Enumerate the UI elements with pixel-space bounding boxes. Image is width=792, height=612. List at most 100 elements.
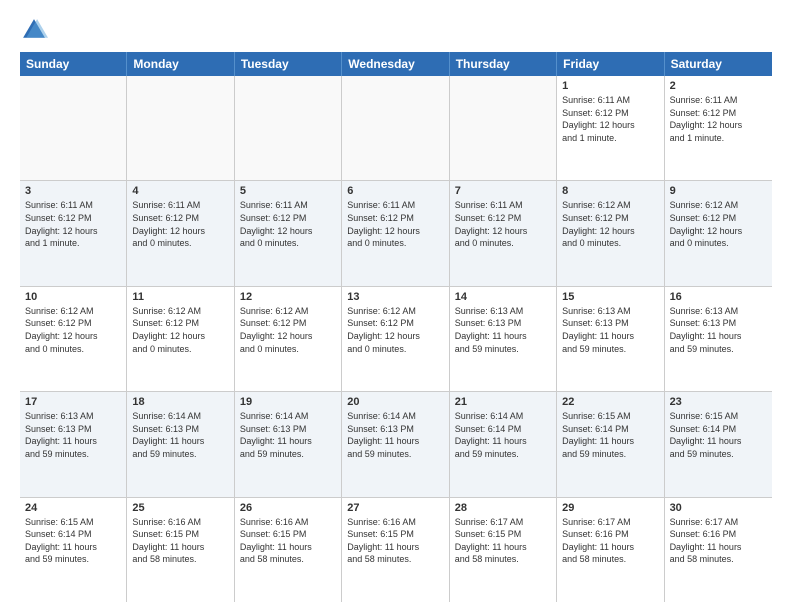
day-cell-23: 23 Sunrise: 6:15 AM Sunset: 6:14 PM Dayli… — [665, 392, 772, 496]
day-cell-12: 12Sunrise: 6:12 AM Sunset: 6:12 PM Dayli… — [235, 287, 342, 391]
day-info: Sunrise: 6:16 AM Sunset: 6:15 PM Dayligh… — [240, 516, 336, 566]
day-cell-6: 6 Sunrise: 6:11 AM Sunset: 6:12 PM Daylig… — [342, 181, 449, 285]
day-cell-29: 29 Sunrise: 6:17 AM Sunset: 6:16 PM Dayli… — [557, 498, 664, 602]
day-number: 30 — [670, 502, 767, 514]
empty-cell — [20, 76, 127, 180]
day-cell-1: 1 Sunrise: 6:11 AM Sunset: 6:12 PM Daylig… — [557, 76, 664, 180]
day-number: 14 — [455, 291, 551, 303]
day-info: Sunrise: 6:16 AM Sunset: 6:15 PM Dayligh… — [132, 516, 228, 566]
day-number: 28 — [455, 502, 551, 514]
day-info: Sunrise: 6:11 AM Sunset: 6:12 PM Dayligh… — [670, 94, 767, 144]
day-info: Sunrise: 6:12 AM Sunset: 6:12 PM Dayligh… — [670, 199, 767, 249]
day-info: Sunrise: 6:11 AM Sunset: 6:12 PM Dayligh… — [347, 199, 443, 249]
day-info: Sunrise: 6:17 AM Sunset: 6:16 PM Dayligh… — [670, 516, 767, 566]
day-cell-22: 22Sunrise: 6:15 AM Sunset: 6:14 PM Dayli… — [557, 392, 664, 496]
day-cell-20: 20Sunrise: 6:14 AM Sunset: 6:13 PM Dayli… — [342, 392, 449, 496]
weekday-header-monday: Monday — [127, 52, 234, 76]
calendar-row-0: 1 Sunrise: 6:11 AM Sunset: 6:12 PM Daylig… — [20, 76, 772, 181]
day-number: 20 — [347, 396, 443, 408]
day-number: 8 — [562, 185, 658, 197]
day-info: Sunrise: 6:12 AM Sunset: 6:12 PM Dayligh… — [132, 305, 228, 355]
page: SundayMondayTuesdayWednesdayThursdayFrid… — [0, 0, 792, 612]
day-cell-10: 10 Sunrise: 6:12 AM Sunset: 6:12 PM Dayli… — [20, 287, 127, 391]
day-cell-15: 15 Sunrise: 6:13 AM Sunset: 6:13 PM Dayli… — [557, 287, 664, 391]
day-info: Sunrise: 6:12 AM Sunset: 6:12 PM Dayligh… — [562, 199, 658, 249]
weekday-header-wednesday: Wednesday — [342, 52, 449, 76]
day-number: 2 — [670, 80, 767, 92]
empty-cell — [127, 76, 234, 180]
day-info: Sunrise: 6:11 AM Sunset: 6:12 PM Dayligh… — [132, 199, 228, 249]
calendar-row-2: 10 Sunrise: 6:12 AM Sunset: 6:12 PM Dayli… — [20, 287, 772, 392]
day-number: 3 — [25, 185, 121, 197]
day-cell-5: 5 Sunrise: 6:11 AM Sunset: 6:12 PM Daylig… — [235, 181, 342, 285]
day-number: 12 — [240, 291, 336, 303]
day-number: 29 — [562, 502, 658, 514]
day-cell-11: 11 Sunrise: 6:12 AM Sunset: 6:12 PM Dayli… — [127, 287, 234, 391]
day-number: 1 — [562, 80, 658, 92]
day-cell-2: 2 Sunrise: 6:11 AM Sunset: 6:12 PM Daylig… — [665, 76, 772, 180]
weekday-header-saturday: Saturday — [665, 52, 772, 76]
day-cell-18: 18Sunrise: 6:14 AM Sunset: 6:13 PM Dayli… — [127, 392, 234, 496]
weekday-header-tuesday: Tuesday — [235, 52, 342, 76]
empty-cell — [342, 76, 449, 180]
day-info: Sunrise: 6:13 AM Sunset: 6:13 PM Dayligh… — [562, 305, 658, 355]
day-info: Sunrise: 6:12 AM Sunset: 6:12 PM Dayligh… — [25, 305, 121, 355]
calendar-row-1: 3 Sunrise: 6:11 AM Sunset: 6:12 PM Daylig… — [20, 181, 772, 286]
day-cell-30: 30 Sunrise: 6:17 AM Sunset: 6:16 PM Dayli… — [665, 498, 772, 602]
day-number: 7 — [455, 185, 551, 197]
day-info: Sunrise: 6:11 AM Sunset: 6:12 PM Dayligh… — [25, 199, 121, 249]
day-number: 26 — [240, 502, 336, 514]
header — [20, 16, 772, 44]
day-cell-26: 26 Sunrise: 6:16 AM Sunset: 6:15 PM Dayli… — [235, 498, 342, 602]
day-cell-28: 28 Sunrise: 6:17 AM Sunset: 6:15 PM Dayli… — [450, 498, 557, 602]
calendar-body: 1 Sunrise: 6:11 AM Sunset: 6:12 PM Daylig… — [20, 76, 772, 602]
day-info: Sunrise: 6:13 AM Sunset: 6:13 PM Dayligh… — [670, 305, 767, 355]
calendar-header: SundayMondayTuesdayWednesdayThursdayFrid… — [20, 52, 772, 76]
day-number: 10 — [25, 291, 121, 303]
day-info: Sunrise: 6:11 AM Sunset: 6:12 PM Dayligh… — [240, 199, 336, 249]
day-info: Sunrise: 6:11 AM Sunset: 6:12 PM Dayligh… — [562, 94, 658, 144]
day-info: Sunrise: 6:13 AM Sunset: 6:13 PM Dayligh… — [455, 305, 551, 355]
day-number: 15 — [562, 291, 658, 303]
day-cell-19: 19Sunrise: 6:14 AM Sunset: 6:13 PM Dayli… — [235, 392, 342, 496]
day-info: Sunrise: 6:17 AM Sunset: 6:15 PM Dayligh… — [455, 516, 551, 566]
day-cell-9: 9 Sunrise: 6:12 AM Sunset: 6:12 PM Daylig… — [665, 181, 772, 285]
day-number: 6 — [347, 185, 443, 197]
day-number: 11 — [132, 291, 228, 303]
logo-icon — [20, 16, 48, 44]
day-number: 18 — [132, 396, 228, 408]
day-number: 24 — [25, 502, 121, 514]
day-cell-8: 8 Sunrise: 6:12 AM Sunset: 6:12 PM Daylig… — [557, 181, 664, 285]
calendar: SundayMondayTuesdayWednesdayThursdayFrid… — [20, 52, 772, 602]
day-cell-7: 7 Sunrise: 6:11 AM Sunset: 6:12 PM Daylig… — [450, 181, 557, 285]
day-info: Sunrise: 6:12 AM Sunset: 6:12 PM Dayligh… — [347, 305, 443, 355]
day-cell-13: 13Sunrise: 6:12 AM Sunset: 6:12 PM Dayli… — [342, 287, 449, 391]
day-number: 5 — [240, 185, 336, 197]
day-info: Sunrise: 6:17 AM Sunset: 6:16 PM Dayligh… — [562, 516, 658, 566]
day-cell-14: 14 Sunrise: 6:13 AM Sunset: 6:13 PM Dayli… — [450, 287, 557, 391]
calendar-row-3: 17Sunrise: 6:13 AM Sunset: 6:13 PM Dayli… — [20, 392, 772, 497]
day-cell-3: 3 Sunrise: 6:11 AM Sunset: 6:12 PM Daylig… — [20, 181, 127, 285]
day-cell-27: 27Sunrise: 6:16 AM Sunset: 6:15 PM Dayli… — [342, 498, 449, 602]
empty-cell — [235, 76, 342, 180]
day-info: Sunrise: 6:13 AM Sunset: 6:13 PM Dayligh… — [25, 410, 121, 460]
day-cell-24: 24 Sunrise: 6:15 AM Sunset: 6:14 PM Dayli… — [20, 498, 127, 602]
day-number: 19 — [240, 396, 336, 408]
day-cell-21: 21Sunrise: 6:14 AM Sunset: 6:14 PM Dayli… — [450, 392, 557, 496]
day-number: 25 — [132, 502, 228, 514]
weekday-header-friday: Friday — [557, 52, 664, 76]
day-cell-25: 25 Sunrise: 6:16 AM Sunset: 6:15 PM Dayli… — [127, 498, 234, 602]
day-info: Sunrise: 6:14 AM Sunset: 6:14 PM Dayligh… — [455, 410, 551, 460]
day-info: Sunrise: 6:15 AM Sunset: 6:14 PM Dayligh… — [562, 410, 658, 460]
day-number: 23 — [670, 396, 767, 408]
logo — [20, 16, 52, 44]
weekday-header-sunday: Sunday — [20, 52, 127, 76]
day-info: Sunrise: 6:11 AM Sunset: 6:12 PM Dayligh… — [455, 199, 551, 249]
day-info: Sunrise: 6:15 AM Sunset: 6:14 PM Dayligh… — [25, 516, 121, 566]
day-number: 9 — [670, 185, 767, 197]
day-number: 27 — [347, 502, 443, 514]
day-number: 4 — [132, 185, 228, 197]
day-cell-4: 4 Sunrise: 6:11 AM Sunset: 6:12 PM Daylig… — [127, 181, 234, 285]
day-cell-17: 17Sunrise: 6:13 AM Sunset: 6:13 PM Dayli… — [20, 392, 127, 496]
day-info: Sunrise: 6:15 AM Sunset: 6:14 PM Dayligh… — [670, 410, 767, 460]
